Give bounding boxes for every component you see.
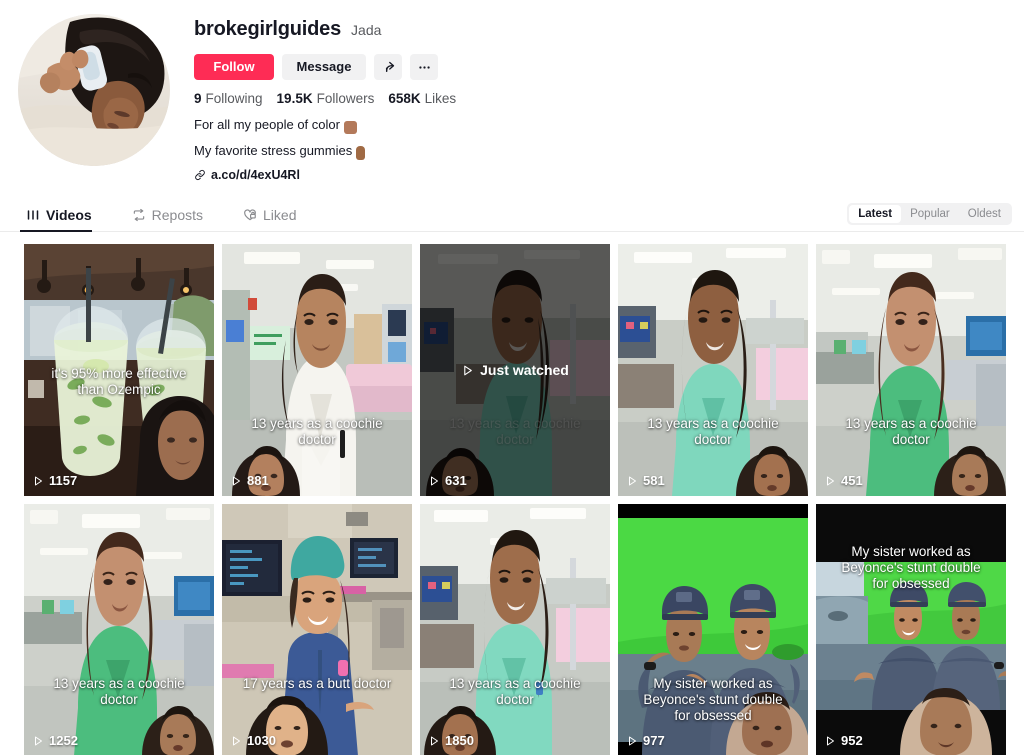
stat-followers[interactable]: 19.5K Followers	[277, 91, 375, 106]
video-card[interactable]: it's 95% more effective than Ozempic 1157	[24, 244, 214, 496]
video-card[interactable]: 13 years as a coochie doctor Just watched…	[420, 244, 610, 496]
hospital-mint-scrubs-thumbnail-icon	[618, 244, 808, 496]
profile-photo-icon	[18, 14, 170, 166]
green-screen-uniforms-thumbnail-icon	[618, 504, 808, 755]
video-card[interactable]: 17 years as a butt doctor 1030	[222, 504, 412, 755]
likes-count: 658K	[388, 91, 421, 106]
link-chain-icon	[195, 169, 205, 181]
bio-link[interactable]: a.co/d/4exU4Rl	[194, 168, 456, 182]
nickname: Jada	[351, 22, 382, 38]
action-row: Follow Message	[194, 54, 456, 80]
video-thumbnail	[420, 244, 610, 496]
sort-pill-group: Latest Popular Oldest	[847, 203, 1012, 225]
name-row: brokegirlguides Jada	[194, 18, 456, 44]
stat-following[interactable]: 9 Following	[194, 91, 263, 106]
drinks-patio-thumbnail-icon	[24, 244, 214, 496]
followers-label: Followers	[316, 91, 375, 106]
hospital-mint-scrubs-thumbnail-icon	[420, 504, 610, 755]
share-arrow-icon	[385, 61, 394, 72]
following-count: 9	[194, 91, 202, 106]
fist-bump-emoji-icon	[343, 120, 357, 134]
video-thumbnail	[24, 504, 214, 755]
bio-text-1: For all my people of color	[194, 117, 340, 132]
video-card[interactable]: 13 years as a coochie doctor 1252	[24, 504, 214, 755]
video-thumbnail	[618, 244, 808, 496]
profile-info: brokegirlguides Jada Follow Message 9 Fo…	[170, 14, 456, 182]
video-thumbnail	[222, 504, 412, 755]
avatar[interactable]	[18, 14, 170, 166]
pointing-down-emoji-icon	[356, 146, 366, 160]
more-options-button[interactable]	[410, 54, 438, 80]
hospital-teal-scrubs-thumbnail-icon	[420, 244, 610, 496]
video-thumbnail	[816, 244, 1006, 496]
video-card[interactable]: 13 years as a coochie doctor 881	[222, 244, 412, 496]
stats-row: 9 Following 19.5K Followers 658K Likes	[194, 91, 456, 106]
username: brokegirlguides	[194, 18, 342, 40]
profile-tabs: Videos Reposts Liked Latest Popular Olde…	[0, 198, 1024, 232]
message-button[interactable]: Message	[282, 54, 366, 80]
sort-popular[interactable]: Popular	[901, 205, 959, 223]
video-thumbnail	[222, 244, 412, 496]
heart-lock-icon	[244, 208, 256, 220]
hospital-green-scrubs-thumbnail-icon	[24, 504, 214, 755]
bio-line-1: For all my people of color	[194, 117, 456, 134]
more-options-icon	[418, 65, 430, 69]
hospital-white-coat-thumbnail-icon	[222, 244, 412, 496]
video-grid: it's 95% more effective than Ozempic 1157	[0, 232, 1024, 755]
tab-liked[interactable]: Liked	[237, 198, 330, 231]
video-thumbnail	[24, 244, 214, 496]
sort-latest[interactable]: Latest	[849, 205, 902, 223]
repost-icon	[133, 208, 144, 221]
tab-reposts[interactable]: Reposts	[126, 198, 237, 231]
follow-button[interactable]: Follow	[194, 54, 274, 80]
share-button[interactable]	[374, 54, 402, 80]
video-card[interactable]: My sister worked as Beyonce's stunt doubl…	[618, 504, 808, 755]
sort-oldest[interactable]: Oldest	[959, 205, 1010, 223]
stat-likes: 658K Likes	[388, 91, 456, 106]
video-card[interactable]: 13 years as a coochie doctor 1850	[420, 504, 610, 755]
followers-count: 19.5K	[276, 91, 313, 106]
video-thumbnail	[816, 504, 1006, 755]
video-thumbnail	[420, 504, 610, 755]
bio-line-2: My favorite stress gummies	[194, 143, 456, 160]
bio-link-text: a.co/d/4exU4Rl	[211, 168, 300, 182]
grid-icon	[27, 209, 39, 220]
hospital-green-scrubs-thumbnail-icon	[816, 244, 1006, 496]
likes-label: Likes	[424, 91, 457, 106]
profile-header: brokegirlguides Jada Follow Message 9 Fo…	[0, 0, 1024, 182]
tab-videos[interactable]: Videos	[20, 198, 126, 232]
tab-liked-label: Liked	[263, 206, 297, 223]
operating-room-thumbnail-icon	[222, 504, 412, 755]
bio-text-2: My favorite stress gummies	[194, 143, 353, 158]
tiktok-profile-page: brokegirlguides Jada Follow Message 9 Fo…	[0, 0, 1024, 755]
video-thumbnail	[618, 504, 808, 755]
video-card[interactable]: My sister worked as Beyonce's stunt doubl…	[816, 504, 1006, 755]
video-card[interactable]: 13 years as a coochie doctor 451	[816, 244, 1006, 496]
tab-videos-label: Videos	[46, 206, 92, 223]
tab-reposts-label: Reposts	[151, 206, 204, 223]
following-label: Following	[205, 91, 263, 106]
video-card[interactable]: 13 years as a coochie doctor 581	[618, 244, 808, 496]
green-screen-letterbox-thumbnail-icon	[816, 504, 1006, 755]
